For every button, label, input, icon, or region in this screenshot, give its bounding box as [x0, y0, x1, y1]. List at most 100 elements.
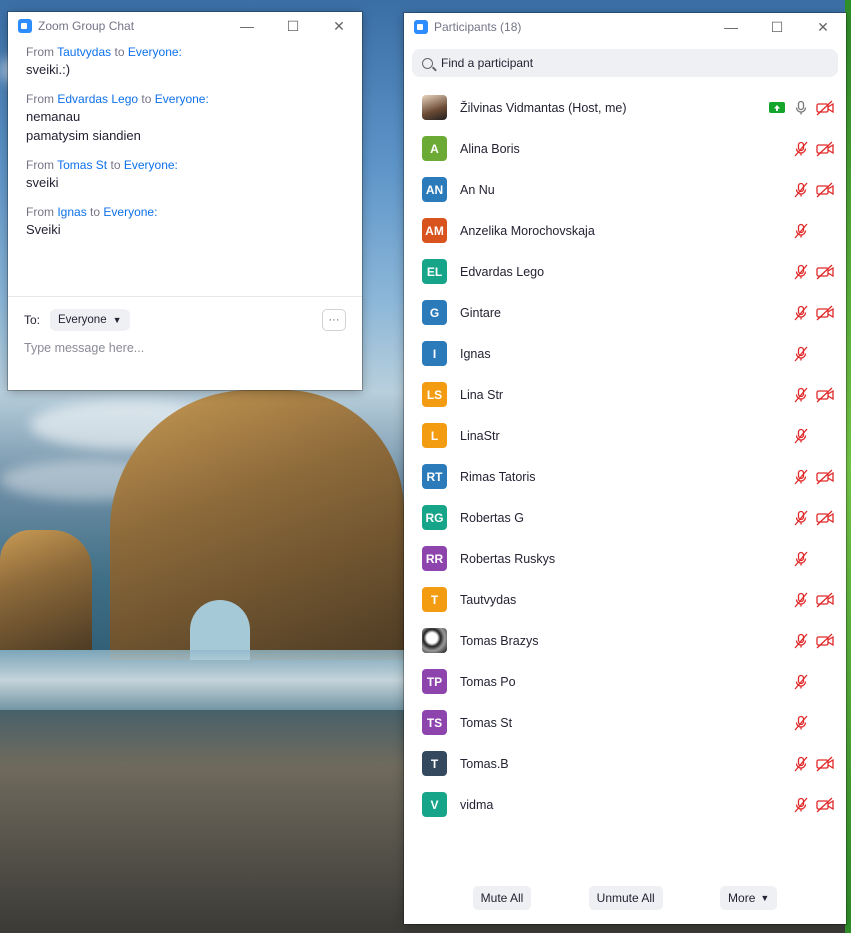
- participant-name: Robertas Ruskys: [460, 551, 556, 566]
- participant-row[interactable]: RR Robertas Ruskys: [404, 538, 846, 579]
- minimize-button[interactable]: —: [708, 13, 754, 41]
- video-off-icon[interactable]: [816, 387, 834, 403]
- recipient-link[interactable]: Everyone:: [128, 45, 182, 59]
- chat-window-title: Zoom Group Chat: [38, 19, 135, 33]
- recipient-link[interactable]: Everyone:: [103, 205, 157, 219]
- participants-footer: Mute All Unmute All More ▼: [404, 886, 846, 910]
- message-input[interactable]: Type message here...: [24, 341, 346, 355]
- participant-search-input[interactable]: Find a participant: [412, 49, 838, 77]
- sender-link[interactable]: Tomas St: [57, 158, 107, 172]
- participant-row[interactable]: RT Rimas Tatoris: [404, 456, 846, 497]
- to-label: to: [114, 45, 125, 59]
- mute-all-button[interactable]: Mute All: [472, 886, 532, 910]
- video-off-icon[interactable]: [816, 264, 834, 280]
- video-off-icon[interactable]: [816, 510, 834, 526]
- muted-mic-icon[interactable]: [792, 305, 810, 321]
- sender-link[interactable]: Tautvydas: [57, 45, 111, 59]
- chat-titlebar[interactable]: Zoom Group Chat — ☐ ✕: [8, 12, 362, 40]
- muted-mic-icon[interactable]: [792, 182, 810, 198]
- participant-name: Gintare: [460, 305, 501, 320]
- sender-link[interactable]: Edvardas Lego: [57, 92, 138, 106]
- chevron-down-icon: ▼: [112, 315, 122, 325]
- muted-mic-icon[interactable]: [792, 223, 810, 239]
- more-options-button[interactable]: ···: [322, 309, 346, 331]
- mic-icon[interactable]: [792, 100, 810, 116]
- muted-mic-icon[interactable]: [792, 797, 810, 813]
- participant-row[interactable]: I Ignas: [404, 333, 846, 374]
- participant-row[interactable]: RG Robertas G: [404, 497, 846, 538]
- muted-mic-icon[interactable]: [792, 674, 810, 690]
- muted-mic-icon[interactable]: [792, 469, 810, 485]
- message-text: Sveiki: [26, 222, 61, 237]
- participants-titlebar[interactable]: Participants (18) — ☐ ✕: [404, 13, 846, 41]
- close-button[interactable]: ✕: [800, 13, 846, 41]
- participant-name: Tomas.B: [460, 756, 509, 771]
- video-off-icon[interactable]: [816, 182, 834, 198]
- video-off-icon[interactable]: [816, 797, 834, 813]
- muted-mic-icon[interactable]: [792, 715, 810, 731]
- participant-row[interactable]: A Alina Boris: [404, 128, 846, 169]
- participant-row[interactable]: AM Anzelika Morochovskaja: [404, 210, 846, 251]
- recipient-dropdown[interactable]: Everyone ▼: [50, 309, 130, 331]
- screen-share-icon[interactable]: [768, 100, 786, 116]
- minimize-button[interactable]: —: [224, 12, 270, 40]
- participant-name: Žilvinas Vidmantas (Host, me): [460, 100, 627, 115]
- participant-name: Edvardas Lego: [460, 264, 545, 279]
- participant-row[interactable]: Tomas Brazys: [404, 620, 846, 661]
- participant-row[interactable]: G Gintare: [404, 292, 846, 333]
- participant-row[interactable]: LS Lina Str: [404, 374, 846, 415]
- video-off-icon[interactable]: [816, 592, 834, 608]
- muted-mic-icon[interactable]: [792, 756, 810, 772]
- message-header: From Tomas St to Everyone:: [26, 157, 344, 173]
- more-button[interactable]: More ▼: [720, 886, 778, 910]
- search-placeholder: Find a participant: [441, 56, 534, 70]
- video-placeholder: [816, 346, 834, 362]
- participant-row[interactable]: EL Edvardas Lego: [404, 251, 846, 292]
- participant-row[interactable]: TP Tomas Po: [404, 661, 846, 702]
- muted-mic-icon[interactable]: [792, 428, 810, 444]
- search-icon: [422, 57, 433, 69]
- avatar: T: [422, 751, 447, 776]
- muted-mic-icon[interactable]: [792, 141, 810, 157]
- chat-message: From Tomas St to Everyone: sveiki: [26, 157, 344, 192]
- recipient-link[interactable]: Everyone:: [155, 92, 209, 106]
- video-off-icon[interactable]: [816, 756, 834, 772]
- chat-message: From Ignas to Everyone: Sveiki: [26, 204, 344, 239]
- muted-mic-icon[interactable]: [792, 346, 810, 362]
- participant-name: Tautvydas: [460, 592, 517, 607]
- recipient-link[interactable]: Everyone:: [124, 158, 178, 172]
- participant-list[interactable]: Žilvinas Vidmantas (Host, me) A Alina Bori…: [404, 87, 846, 825]
- chat-message-list[interactable]: From Tautvydas to Everyone: sveiki.:) Fr…: [8, 40, 362, 296]
- participant-row[interactable]: Vvidma: [404, 784, 846, 825]
- participant-row[interactable]: T Tautvydas: [404, 579, 846, 620]
- participant-status-icons: [792, 510, 834, 526]
- muted-mic-icon[interactable]: [792, 387, 810, 403]
- unmute-all-button[interactable]: Unmute All: [588, 886, 663, 910]
- from-label: From: [26, 158, 54, 172]
- muted-mic-icon[interactable]: [792, 264, 810, 280]
- maximize-button[interactable]: ☐: [270, 12, 316, 40]
- participant-row[interactable]: T Tomas.B: [404, 743, 846, 784]
- video-off-icon[interactable]: [816, 469, 834, 485]
- video-placeholder: [816, 715, 834, 731]
- video-off-icon[interactable]: [816, 633, 834, 649]
- participant-row[interactable]: AN An Nu: [404, 169, 846, 210]
- muted-mic-icon[interactable]: [792, 551, 810, 567]
- avatar: V: [422, 792, 447, 817]
- muted-mic-icon[interactable]: [792, 510, 810, 526]
- avatar: AN: [422, 177, 447, 202]
- participant-row[interactable]: L LinaStr: [404, 415, 846, 456]
- avatar: TS: [422, 710, 447, 735]
- participant-row[interactable]: Žilvinas Vidmantas (Host, me): [404, 87, 846, 128]
- close-button[interactable]: ✕: [316, 12, 362, 40]
- video-off-icon[interactable]: [816, 141, 834, 157]
- avatar: A: [422, 136, 447, 161]
- muted-mic-icon[interactable]: [792, 592, 810, 608]
- sender-link[interactable]: Ignas: [57, 205, 86, 219]
- muted-mic-icon[interactable]: [792, 633, 810, 649]
- video-off-icon[interactable]: [816, 305, 834, 321]
- video-off-icon[interactable]: [816, 100, 834, 116]
- participant-status-icons: [792, 756, 834, 772]
- participant-row[interactable]: TS Tomas St: [404, 702, 846, 743]
- maximize-button[interactable]: ☐: [754, 13, 800, 41]
